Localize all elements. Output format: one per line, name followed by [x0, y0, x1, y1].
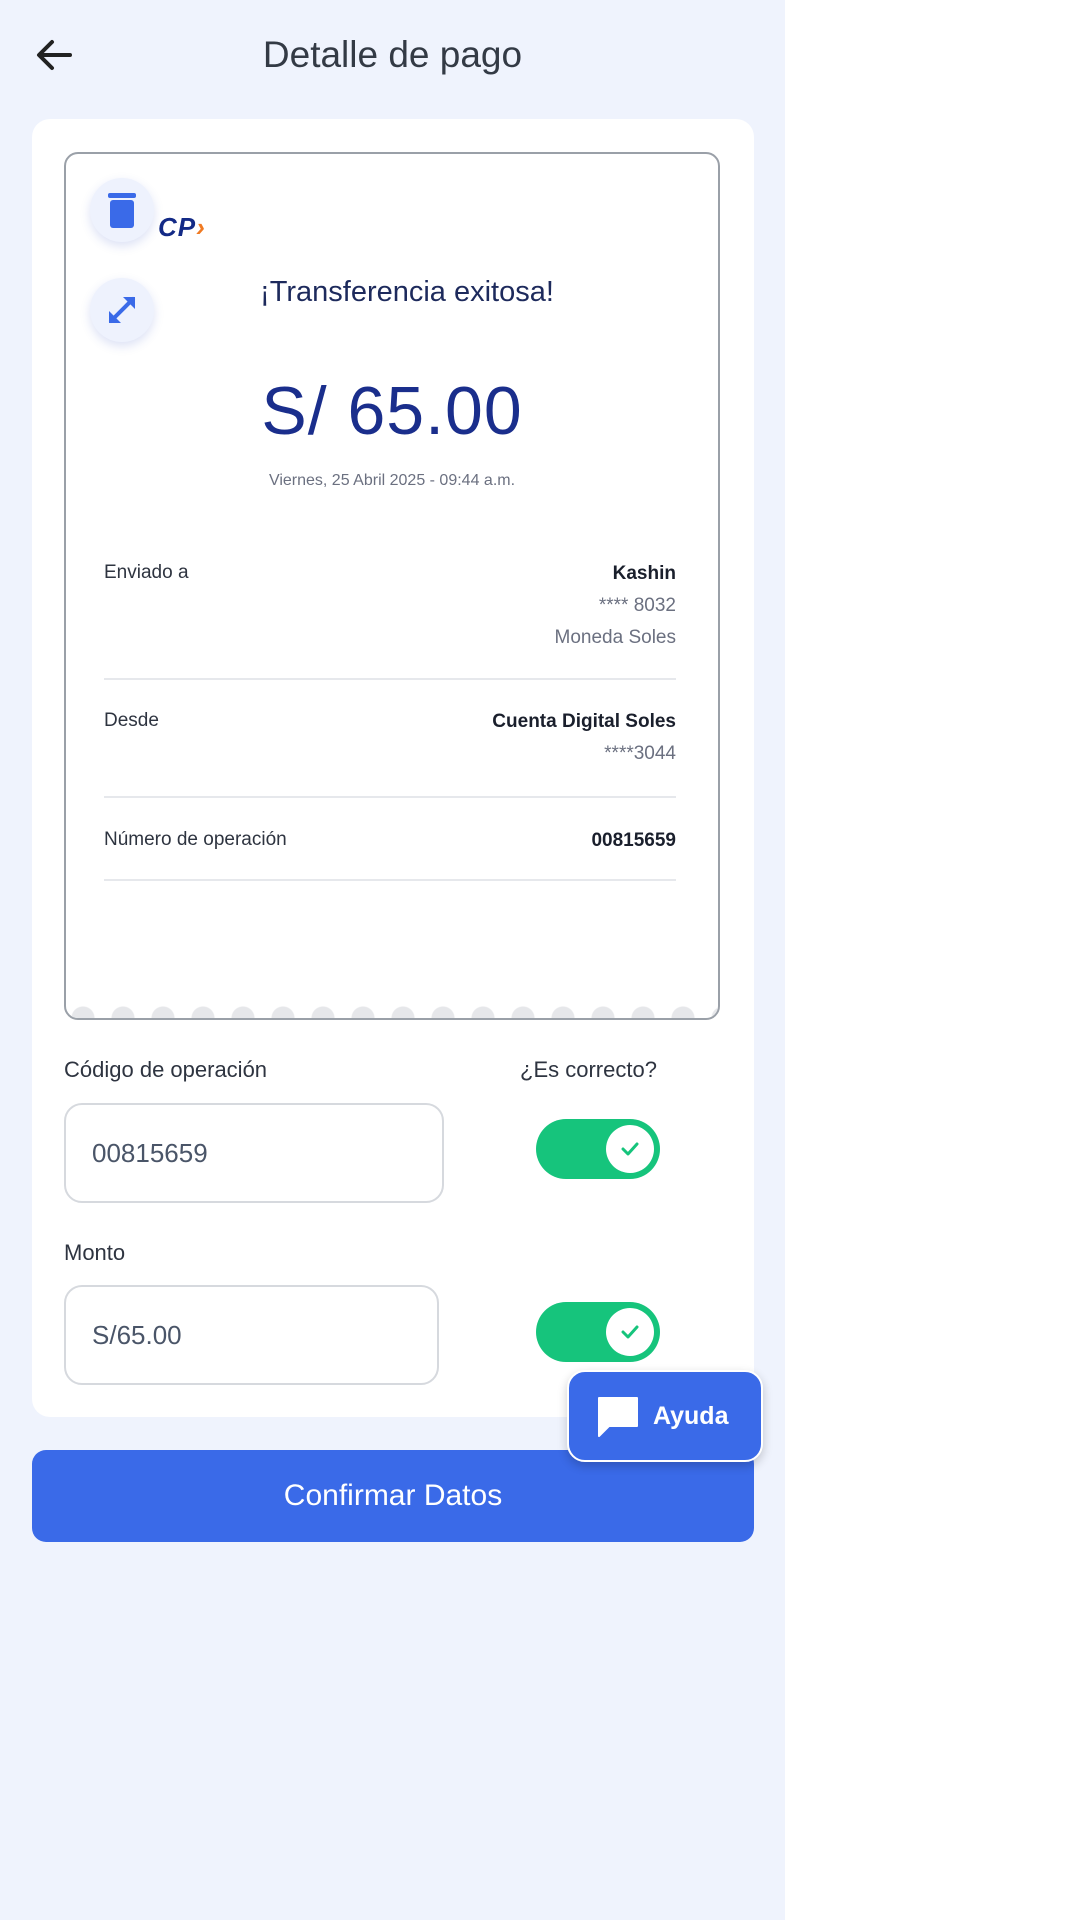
bank-logo: CP› [158, 212, 206, 243]
operation-code-label: Código de operación [64, 1057, 268, 1082]
confirm-button[interactable]: Confirmar Datos [32, 1450, 754, 1542]
from-label: Desde [104, 710, 159, 731]
receipt-torn-edge [66, 996, 718, 1018]
bank-logo-chevron: › [196, 212, 206, 242]
operation-number-values: 00815659 [591, 825, 676, 857]
is-correct-label: ¿Es correcto? [520, 1057, 657, 1082]
receipt-image: CP› ¡Transferencia exitosa! S/ 65.00 Vie… [64, 152, 720, 1020]
confirm-button-label: Confirmar Datos [283, 1479, 503, 1512]
check-icon [621, 1142, 639, 1156]
divider [104, 796, 676, 798]
recipient-account: **** 8032 [598, 595, 676, 616]
operation-code-toggle[interactable] [536, 1119, 660, 1179]
bank-logo-text: CP [158, 212, 197, 242]
check-icon [621, 1325, 639, 1339]
source-account-number: ****3044 [604, 743, 676, 764]
help-button-label: Ayuda [653, 1401, 729, 1430]
toggle-knob [606, 1125, 654, 1173]
receipt-datetime: Viernes, 25 Abril 2025 - 09:44 a.m. [268, 472, 516, 489]
toggle-knob [606, 1308, 654, 1356]
operation-number-label: Número de operación [104, 829, 287, 850]
success-title: ¡Transferencia exitosa! [260, 276, 554, 308]
amount-label: Monto [64, 1240, 126, 1265]
sent-to-label: Enviado a [104, 562, 189, 583]
delete-button[interactable] [90, 178, 154, 242]
from-values: Cuenta Digital Soles ****3044 [492, 706, 676, 770]
page-title: Detalle de pago [262, 34, 523, 75]
divider [104, 879, 676, 881]
recipient-currency: Moneda Soles [554, 627, 676, 648]
amount-value: S/65.00 [92, 1319, 182, 1350]
recipient-name: Kashin [612, 563, 676, 584]
chat-bubble-icon [598, 1397, 638, 1437]
operation-code-field[interactable]: 00815659 [64, 1103, 444, 1203]
amount-toggle[interactable] [536, 1302, 660, 1362]
help-button[interactable]: Ayuda [567, 1370, 763, 1462]
amount-field[interactable]: S/65.00 [64, 1285, 439, 1385]
sent-to-values: Kashin **** 8032 Moneda Soles [555, 558, 676, 654]
operation-number-value: 00815659 [591, 830, 676, 851]
receipt-amount: S/ 65.00 [261, 373, 523, 449]
divider [104, 678, 676, 680]
trash-icon [108, 193, 136, 228]
source-account-name: Cuenta Digital Soles [492, 711, 676, 732]
operation-code-value: 00815659 [92, 1137, 208, 1168]
app-screen: Detalle de pago CP› ¡Transferencia exito… [0, 0, 785, 1920]
